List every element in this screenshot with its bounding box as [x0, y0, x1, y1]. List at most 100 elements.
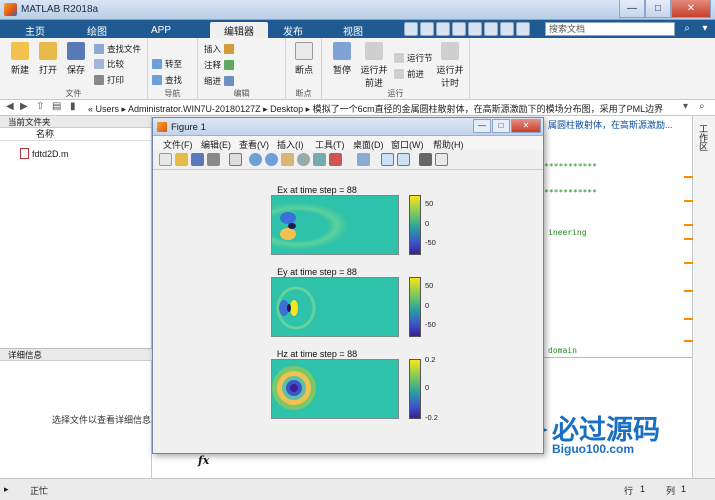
- hide-tools-icon[interactable]: [419, 153, 432, 166]
- run-section-button[interactable]: 运行节: [394, 52, 433, 64]
- search-docs-input[interactable]: 搜索文档: [545, 22, 675, 36]
- save-figure-icon[interactable]: [191, 153, 204, 166]
- scroll-marker: [684, 340, 693, 342]
- new-figure-icon[interactable]: [159, 153, 172, 166]
- figure-maximize-button[interactable]: □: [492, 119, 510, 133]
- ey-field-image: [272, 278, 398, 336]
- dock-icon[interactable]: [435, 153, 448, 166]
- tab-apps[interactable]: APP: [136, 22, 186, 38]
- advance-button[interactable]: 前进: [394, 68, 424, 80]
- breakpoints-button[interactable]: 断点: [290, 42, 318, 76]
- up-folder-icon[interactable]: ⇧: [36, 101, 44, 112]
- navigate-group: 转至 查找 导航: [148, 38, 198, 100]
- file-group-label: 文件: [65, 89, 82, 98]
- save-quick-icon[interactable]: [404, 22, 418, 36]
- legend-icon[interactable]: [397, 153, 410, 166]
- browse-folder-icon[interactable]: ▤: [52, 101, 61, 112]
- figure-window[interactable]: Figure 1 — □ ✕ 文件(F) 编辑(E) 查看(V) 插入(I) 工…: [152, 117, 544, 454]
- col-value: 1: [681, 484, 687, 494]
- print-button[interactable]: 打印: [94, 74, 124, 86]
- navigate-group-label: 导航: [164, 89, 181, 98]
- code-line: ineering: [548, 228, 587, 237]
- help-quick-icon[interactable]: [516, 22, 530, 36]
- tab-editor[interactable]: 编辑器: [210, 22, 268, 38]
- breakpoints-group-label: 断点: [295, 89, 312, 98]
- edit-group-label: 编辑: [233, 89, 250, 98]
- edit-group: 插入 注释 缩进 编辑: [198, 38, 286, 100]
- pointer-icon[interactable]: [229, 153, 242, 166]
- figure-window-controls: — □ ✕: [473, 119, 541, 133]
- goto-button[interactable]: 转至: [152, 58, 182, 70]
- compare-icon: [94, 59, 104, 69]
- copy-quick-icon[interactable]: [436, 22, 450, 36]
- cut-quick-icon[interactable]: [420, 22, 434, 36]
- figure-toolbar: [153, 150, 543, 170]
- minimize-button[interactable]: —: [619, 0, 645, 18]
- colorbar-icon[interactable]: [381, 153, 394, 166]
- figure-minimize-button[interactable]: —: [473, 119, 491, 133]
- tab-publish[interactable]: 发布: [270, 22, 316, 38]
- search-path-icon[interactable]: ⌕: [699, 101, 705, 112]
- ey-field-plot[interactable]: [271, 277, 399, 337]
- file-item[interactable]: fdtd2D.m: [20, 148, 69, 159]
- open-file-icon[interactable]: [175, 153, 188, 166]
- indent-button[interactable]: 缩进: [204, 75, 235, 87]
- paste-quick-icon[interactable]: [452, 22, 466, 36]
- insert-button[interactable]: 插入: [204, 43, 235, 55]
- compare-button[interactable]: 比较: [94, 58, 124, 70]
- window-title: MATLAB R2018a: [21, 4, 99, 15]
- zoom-in-icon[interactable]: [249, 153, 262, 166]
- search-icon[interactable]: ⌕: [680, 22, 694, 36]
- tab-home[interactable]: 主页: [10, 22, 60, 38]
- goto-icon: [152, 59, 162, 69]
- current-path[interactable]: « Users ▸ Administrator.WIN7U-20180127Z …: [88, 102, 663, 115]
- details-placeholder: 选择文件以查看详细信息: [52, 415, 152, 425]
- pan-icon[interactable]: [281, 153, 294, 166]
- redo-quick-icon[interactable]: [484, 22, 498, 36]
- col-label: 列: [666, 486, 676, 496]
- run-time-button[interactable]: 运行并计时: [436, 42, 464, 89]
- figure-menu-bar: 文件(F) 编辑(E) 查看(V) 插入(I) 工具(T) 桌面(D) 窗口(W…: [153, 136, 543, 150]
- data-cursor-icon[interactable]: [313, 153, 326, 166]
- comment-button[interactable]: 注释: [204, 59, 235, 71]
- rotate-icon[interactable]: [297, 153, 310, 166]
- undo-quick-icon[interactable]: [468, 22, 482, 36]
- maximize-button[interactable]: □: [645, 0, 671, 18]
- tab-view[interactable]: 视图: [330, 22, 376, 38]
- editor-tab-title[interactable]: 属圆柱散射体，在高斯源激励...: [548, 118, 673, 131]
- close-button[interactable]: ✕: [671, 0, 711, 18]
- forward-icon[interactable]: ▶: [20, 101, 28, 112]
- pause-button[interactable]: 暂停: [328, 42, 356, 76]
- new-button[interactable]: 新建: [6, 42, 34, 76]
- ribbon-tab-bar: 主页 绘图 APP 编辑器 发布 视图 搜索文档 ⌕ ▾: [0, 20, 715, 38]
- pause-icon: [333, 42, 351, 60]
- zoom-out-icon[interactable]: [265, 153, 278, 166]
- path-dropdown-icon[interactable]: ▾: [683, 101, 688, 112]
- figure-close-button[interactable]: ✕: [511, 119, 541, 133]
- expand-icon[interactable]: ▾: [698, 22, 712, 36]
- ey-colorbar: [409, 277, 421, 337]
- tab-plots[interactable]: 绘图: [72, 22, 122, 38]
- details-header: 详细信息: [0, 349, 152, 361]
- save-button[interactable]: 保存: [62, 42, 90, 76]
- ex-field-plot[interactable]: [271, 195, 399, 255]
- switch-window-icon[interactable]: [500, 22, 514, 36]
- status-bar: ▸ 正忙 行 1 列 1: [0, 478, 715, 500]
- workspace-strip[interactable]: 工作区: [692, 116, 715, 478]
- name-column-header[interactable]: 名称: [0, 128, 151, 141]
- find-files-button[interactable]: 查找文件: [94, 43, 141, 55]
- link-plot-icon[interactable]: [357, 153, 370, 166]
- run-advance-button[interactable]: 运行并前进: [360, 42, 388, 89]
- hz-field-plot[interactable]: [271, 359, 399, 419]
- find-button[interactable]: 查找: [152, 74, 182, 86]
- scroll-marker: [684, 176, 693, 178]
- ey-tick: 50: [425, 281, 434, 290]
- back-icon[interactable]: ◀: [6, 101, 14, 112]
- find-files-icon: [94, 44, 104, 54]
- plot-title-hz: Hz at time step = 88: [276, 349, 358, 359]
- print-figure-icon[interactable]: [207, 153, 220, 166]
- open-button[interactable]: 打开: [34, 42, 62, 76]
- code-line: domain: [548, 346, 577, 355]
- code-line: ***********: [544, 188, 597, 197]
- brush-icon[interactable]: [329, 153, 342, 166]
